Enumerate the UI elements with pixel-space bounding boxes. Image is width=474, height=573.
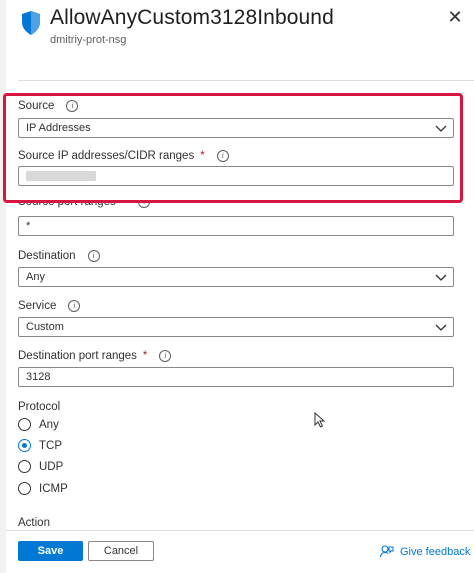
service-label-row: Service i (18, 300, 81, 312)
radio-button-selected[interactable] (18, 439, 31, 452)
feedback-icon (380, 545, 394, 558)
protocol-option-any[interactable]: Any (18, 418, 59, 431)
source-port-input[interactable]: * (18, 216, 454, 236)
service-label: Service (18, 300, 57, 312)
protocol-label-row: Protocol (18, 401, 60, 413)
give-feedback-link[interactable]: Give feedback (380, 545, 470, 558)
info-icon[interactable]: i (66, 100, 79, 112)
destination-label-row: Destination i (18, 250, 100, 262)
service-select-value: Custom (26, 321, 64, 333)
radio-label: ICMP (39, 482, 68, 495)
source-label-row: Source i (18, 100, 79, 112)
protocol-option-udp[interactable]: UDP (18, 460, 63, 473)
save-button[interactable]: Save (18, 541, 83, 561)
source-label: Source (18, 100, 55, 112)
protocol-option-tcp[interactable]: TCP (18, 439, 62, 452)
info-icon[interactable]: i (68, 300, 81, 312)
destination-port-input[interactable]: 3128 (18, 367, 454, 387)
radio-button[interactable] (18, 418, 31, 431)
required-asterisk: * (142, 350, 148, 362)
panel-header: AllowAnyCustom3128Inbound dmitriy-prot-n… (6, 0, 474, 80)
source-ip-label: Source IP addresses/CIDR ranges (18, 150, 195, 162)
source-ip-input[interactable] (18, 166, 454, 186)
protocol-label: Protocol (18, 401, 61, 413)
rule-edit-panel: AllowAnyCustom3128Inbound dmitriy-prot-n… (6, 0, 474, 573)
redacted-value (26, 171, 96, 181)
radio-button[interactable] (18, 460, 31, 473)
service-select[interactable]: Custom (18, 317, 454, 337)
info-icon[interactable]: i (138, 201, 151, 208)
footer-divider (6, 530, 474, 531)
shield-icon (22, 11, 40, 35)
destination-port-value: 3128 (26, 371, 51, 383)
destination-port-label: Destination port ranges (18, 350, 137, 362)
chevron-down-icon (435, 324, 447, 331)
mouse-cursor-icon (314, 412, 326, 428)
source-select-value: IP Addresses (26, 122, 91, 134)
radio-label: TCP (39, 439, 62, 452)
source-select[interactable]: IP Addresses (18, 118, 454, 138)
header-divider (18, 80, 474, 81)
info-icon[interactable]: i (216, 150, 229, 162)
close-icon[interactable]: ✕ (446, 8, 464, 26)
required-asterisk: * (121, 201, 127, 208)
action-label: Action (18, 517, 50, 526)
source-port-label: Source port ranges (18, 201, 116, 208)
destination-select[interactable]: Any (18, 267, 454, 287)
feedback-label: Give feedback (400, 545, 471, 558)
info-icon[interactable]: i (159, 350, 172, 362)
chevron-down-icon (435, 125, 447, 132)
required-asterisk: * (200, 150, 205, 162)
protocol-option-icmp[interactable]: ICMP (18, 482, 68, 495)
destination-select-value: Any (26, 271, 45, 283)
cancel-button[interactable]: Cancel (88, 541, 154, 561)
destination-label: Destination (18, 250, 76, 262)
destination-port-label-row: Destination port ranges * i (18, 350, 172, 362)
page-title: AllowAnyCustom3128Inbound (50, 6, 334, 29)
radio-label: Any (39, 418, 59, 431)
chevron-down-icon (435, 274, 447, 281)
page-subtitle: dmitriy-prot-nsg (50, 34, 127, 46)
info-icon[interactable]: i (87, 250, 100, 262)
radio-button[interactable] (18, 482, 31, 495)
radio-label: UDP (39, 460, 64, 473)
source-port-label-row: Source port ranges * i (18, 201, 151, 213)
source-ip-label-row: Source IP addresses/CIDR ranges * i (18, 150, 229, 162)
source-port-value: * (26, 220, 31, 232)
